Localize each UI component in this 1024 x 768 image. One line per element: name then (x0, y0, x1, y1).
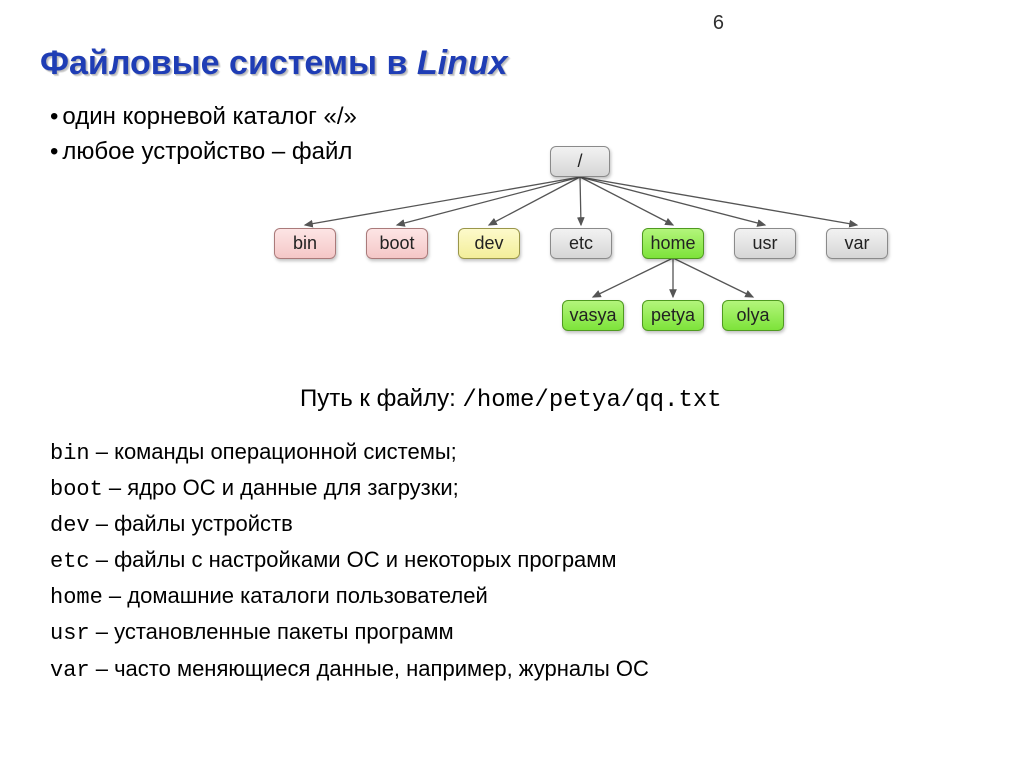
def-home: home – домашние каталоги пользователей (50, 579, 649, 615)
def-etc: etc – файлы с настройками ОС и некоторых… (50, 543, 649, 579)
def-term: home (50, 585, 103, 610)
title-text-a: Файловые системы в (40, 44, 417, 82)
def-term: usr (50, 621, 90, 646)
def-desc: – ядро ОС и данные для загрузки; (103, 475, 459, 500)
def-desc: – команды операционной системы; (90, 439, 457, 464)
node-vasya: vasya (562, 300, 624, 331)
def-term: dev (50, 513, 90, 538)
node-petya: petya (642, 300, 704, 331)
node-bin: bin (274, 228, 336, 259)
node-home: home (642, 228, 704, 259)
def-term: etc (50, 549, 90, 574)
path-line: Путь к файлу: /home/petya/qq.txt (300, 385, 722, 414)
def-boot: boot – ядро ОС и данные для загрузки; (50, 471, 649, 507)
definitions: bin – команды операционной системы; boot… (50, 435, 649, 688)
node-etc: etc (550, 228, 612, 259)
def-desc: – часто меняющиеся данные, например, жур… (90, 656, 649, 681)
bullet-1-text: один корневой каталог «/» (62, 103, 356, 130)
bullet-dot: • (50, 138, 58, 165)
path-value: /home/petya/qq.txt (462, 387, 721, 414)
def-term: boot (50, 477, 103, 502)
page-number: 6 (713, 12, 724, 35)
node-usr: usr (734, 228, 796, 259)
def-term: var (50, 658, 90, 683)
def-desc: – файлы с настройками ОС и некоторых про… (90, 547, 617, 572)
def-bin: bin – команды операционной системы; (50, 435, 649, 471)
def-usr: usr – установленные пакеты программ (50, 615, 649, 651)
node-dev: dev (458, 228, 520, 259)
node-olya: olya (722, 300, 784, 331)
bullet-dot: • (50, 103, 58, 130)
slide-title: Файловые системы в Linux (40, 44, 508, 83)
def-term: bin (50, 441, 90, 466)
fs-tree: / bin boot dev etc home usr var vasya pe… (250, 130, 950, 380)
def-desc: – файлы устройств (90, 511, 293, 536)
node-root: / (550, 146, 610, 177)
def-dev: dev – файлы устройств (50, 507, 649, 543)
path-label: Путь к файлу: (300, 385, 462, 412)
node-boot: boot (366, 228, 428, 259)
def-var: var – часто меняющиеся данные, например,… (50, 652, 649, 688)
node-var: var (826, 228, 888, 259)
def-desc: – установленные пакеты программ (90, 619, 454, 644)
title-text-b: Linux (417, 44, 508, 82)
def-desc: – домашние каталоги пользователей (103, 583, 488, 608)
